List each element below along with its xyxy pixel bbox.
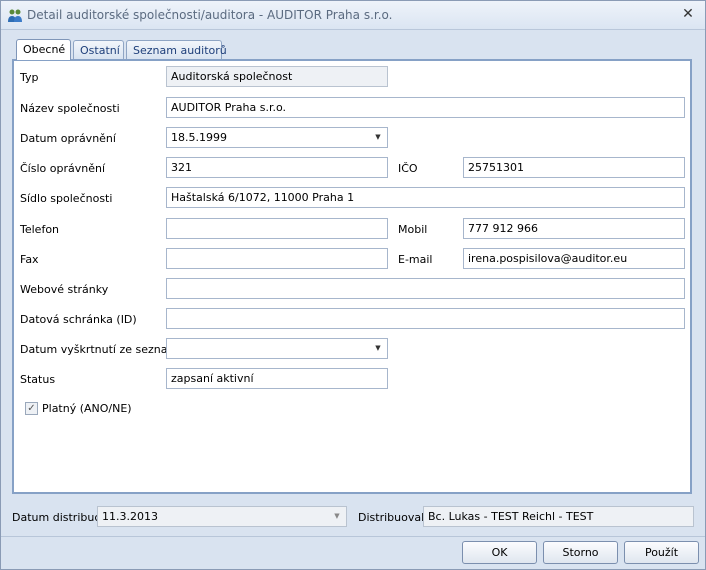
datum-distribuce-combo: 11.3.2013 ▼ bbox=[97, 506, 347, 527]
sidlo-label: Sídlo společnosti bbox=[20, 192, 113, 205]
ico-label: IČO bbox=[398, 162, 418, 175]
mobil-label: Mobil bbox=[398, 223, 428, 236]
telefon-label: Telefon bbox=[20, 223, 60, 236]
cislo-opravneni-label: Číslo oprávnění bbox=[20, 162, 106, 175]
sidlo-field[interactable]: Haštalská 6/1072, 11000 Praha 1 bbox=[166, 187, 685, 208]
datum-distribuce-label: Datum distribuce bbox=[12, 511, 108, 524]
datum-vyskrtnuti-label: Datum vyškrtnutí ze seznamu bbox=[20, 343, 186, 356]
title-bar[interactable]: Detail auditorské společnosti/auditora -… bbox=[1, 1, 705, 30]
window-title: Detail auditorské společnosti/auditora -… bbox=[27, 8, 393, 22]
platny-label: Platný (ANO/NE) bbox=[42, 402, 132, 415]
web-label: Webové stránky bbox=[20, 283, 109, 296]
close-icon[interactable]: ✕ bbox=[679, 5, 697, 23]
tab-seznam-auditoru[interactable]: Seznam auditorů bbox=[126, 40, 227, 60]
chevron-down-icon[interactable]: ▼ bbox=[372, 131, 384, 143]
datum-opravneni-value: 18.5.1999 bbox=[171, 131, 227, 144]
typ-field: Auditorská společnost bbox=[166, 66, 388, 87]
platny-checkbox[interactable]: ✓ bbox=[25, 402, 38, 415]
tab-ostatni[interactable]: Ostatní bbox=[73, 40, 124, 60]
datum-opravneni-combo[interactable]: 18.5.1999 ▼ bbox=[166, 127, 388, 148]
email-label: E-mail bbox=[398, 253, 433, 266]
typ-label: Typ bbox=[20, 71, 39, 84]
ico-field[interactable]: 25751301 bbox=[463, 157, 685, 178]
status-label: Status bbox=[20, 373, 56, 386]
mobil-field[interactable]: 777 912 966 bbox=[463, 218, 685, 239]
fax-label: Fax bbox=[20, 253, 39, 266]
nazev-field[interactable]: AUDITOR Praha s.r.o. bbox=[166, 97, 685, 118]
dialog-window: Detail auditorské společnosti/auditora -… bbox=[0, 0, 706, 570]
footer-divider bbox=[1, 536, 705, 537]
distribuoval-label: Distribuoval bbox=[358, 511, 425, 524]
datum-distribuce-value: 11.3.2013 bbox=[102, 510, 158, 523]
pouzit-button[interactable]: Použít bbox=[624, 541, 699, 564]
datova-schranka-label: Datová schránka (ID) bbox=[20, 313, 137, 326]
datum-vyskrtnuti-combo[interactable]: ▼ bbox=[166, 338, 388, 359]
fax-field[interactable] bbox=[166, 248, 388, 269]
tab-obecne[interactable]: Obecné bbox=[16, 39, 71, 60]
chevron-down-icon[interactable]: ▼ bbox=[372, 342, 384, 354]
nazev-label: Název společnosti bbox=[20, 102, 120, 115]
status-field[interactable]: zapsaní aktivní bbox=[166, 368, 388, 389]
ok-button[interactable]: OK bbox=[462, 541, 537, 564]
distribution-row: Datum distribuce 11.3.2013 ▼ Distribuova… bbox=[1, 506, 705, 530]
datum-opravneni-label: Datum oprávnění bbox=[20, 132, 116, 145]
distribuoval-field: Bc. Lukas - TEST Reichl - TEST bbox=[423, 506, 694, 527]
datova-schranka-field[interactable] bbox=[166, 308, 685, 329]
telefon-field[interactable] bbox=[166, 218, 388, 239]
email-field[interactable]: irena.pospisilova@auditor.eu bbox=[463, 248, 685, 269]
web-field[interactable] bbox=[166, 278, 685, 299]
cislo-opravneni-field[interactable]: 321 bbox=[166, 157, 388, 178]
users-icon bbox=[8, 9, 22, 22]
storno-button[interactable]: Storno bbox=[543, 541, 618, 564]
chevron-down-icon: ▼ bbox=[334, 512, 340, 520]
general-panel: Typ Auditorská společnost Název společno… bbox=[12, 59, 692, 494]
